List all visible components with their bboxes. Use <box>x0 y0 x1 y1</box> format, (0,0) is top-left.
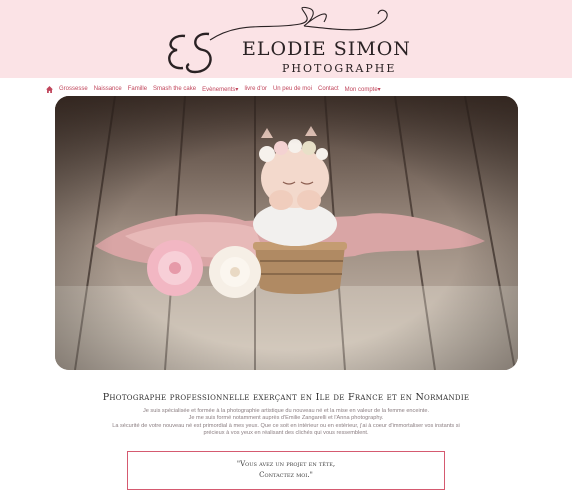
nav-item-livre-dor[interactable]: livre d'or <box>244 86 267 92</box>
main-nav: Grossesse Naissance Famille Smash the ca… <box>46 82 381 96</box>
newborn-photo-illustration <box>55 96 518 370</box>
cta-line-1: "Vous avez un projet en tête, <box>236 460 336 468</box>
nav-item-mon-compte[interactable]: Mon compte▾ <box>345 86 381 93</box>
intro-line: La sécurité de votre nouveau né est prim… <box>112 422 460 429</box>
nav-item-grossesse[interactable]: Grossesse <box>59 86 88 92</box>
hero-photo <box>55 96 518 370</box>
cta-line-2: Contactez moi." <box>259 471 313 479</box>
brand-tagline: Photographe <box>282 62 397 75</box>
nav-item-un-peu-de-moi[interactable]: Un peu de moi <box>273 86 312 92</box>
intro-line: Je me suis formé notamment auprès d'Emil… <box>188 415 384 422</box>
brand-name[interactable]: Elodie Simon <box>242 38 412 60</box>
intro-line: Je suis spécialisée et formée à la photo… <box>142 408 430 414</box>
monogram-logo[interactable] <box>163 26 223 78</box>
intro-line: précieux à vos yeux en réalisant des cli… <box>203 429 369 436</box>
nav-item-contact[interactable]: Contact <box>318 86 339 92</box>
nav-item-smash-the-cake[interactable]: Smash the cake <box>153 86 196 92</box>
intro-text: Je suis spécialisée et formée à la photo… <box>90 408 482 437</box>
nav-item-famille[interactable]: Famille <box>128 86 147 92</box>
nav-item-evenements[interactable]: Evènements▾ <box>202 86 238 93</box>
page-headline: Photographe professionnelle exerçant en … <box>102 392 470 403</box>
site-header: Elodie Simon Photographe <box>0 0 572 78</box>
contact-cta-box[interactable]: "Vous avez un projet en tête, Contactez … <box>127 451 445 490</box>
home-icon[interactable] <box>46 85 53 93</box>
nav-item-naissance[interactable]: Naissance <box>94 86 122 92</box>
